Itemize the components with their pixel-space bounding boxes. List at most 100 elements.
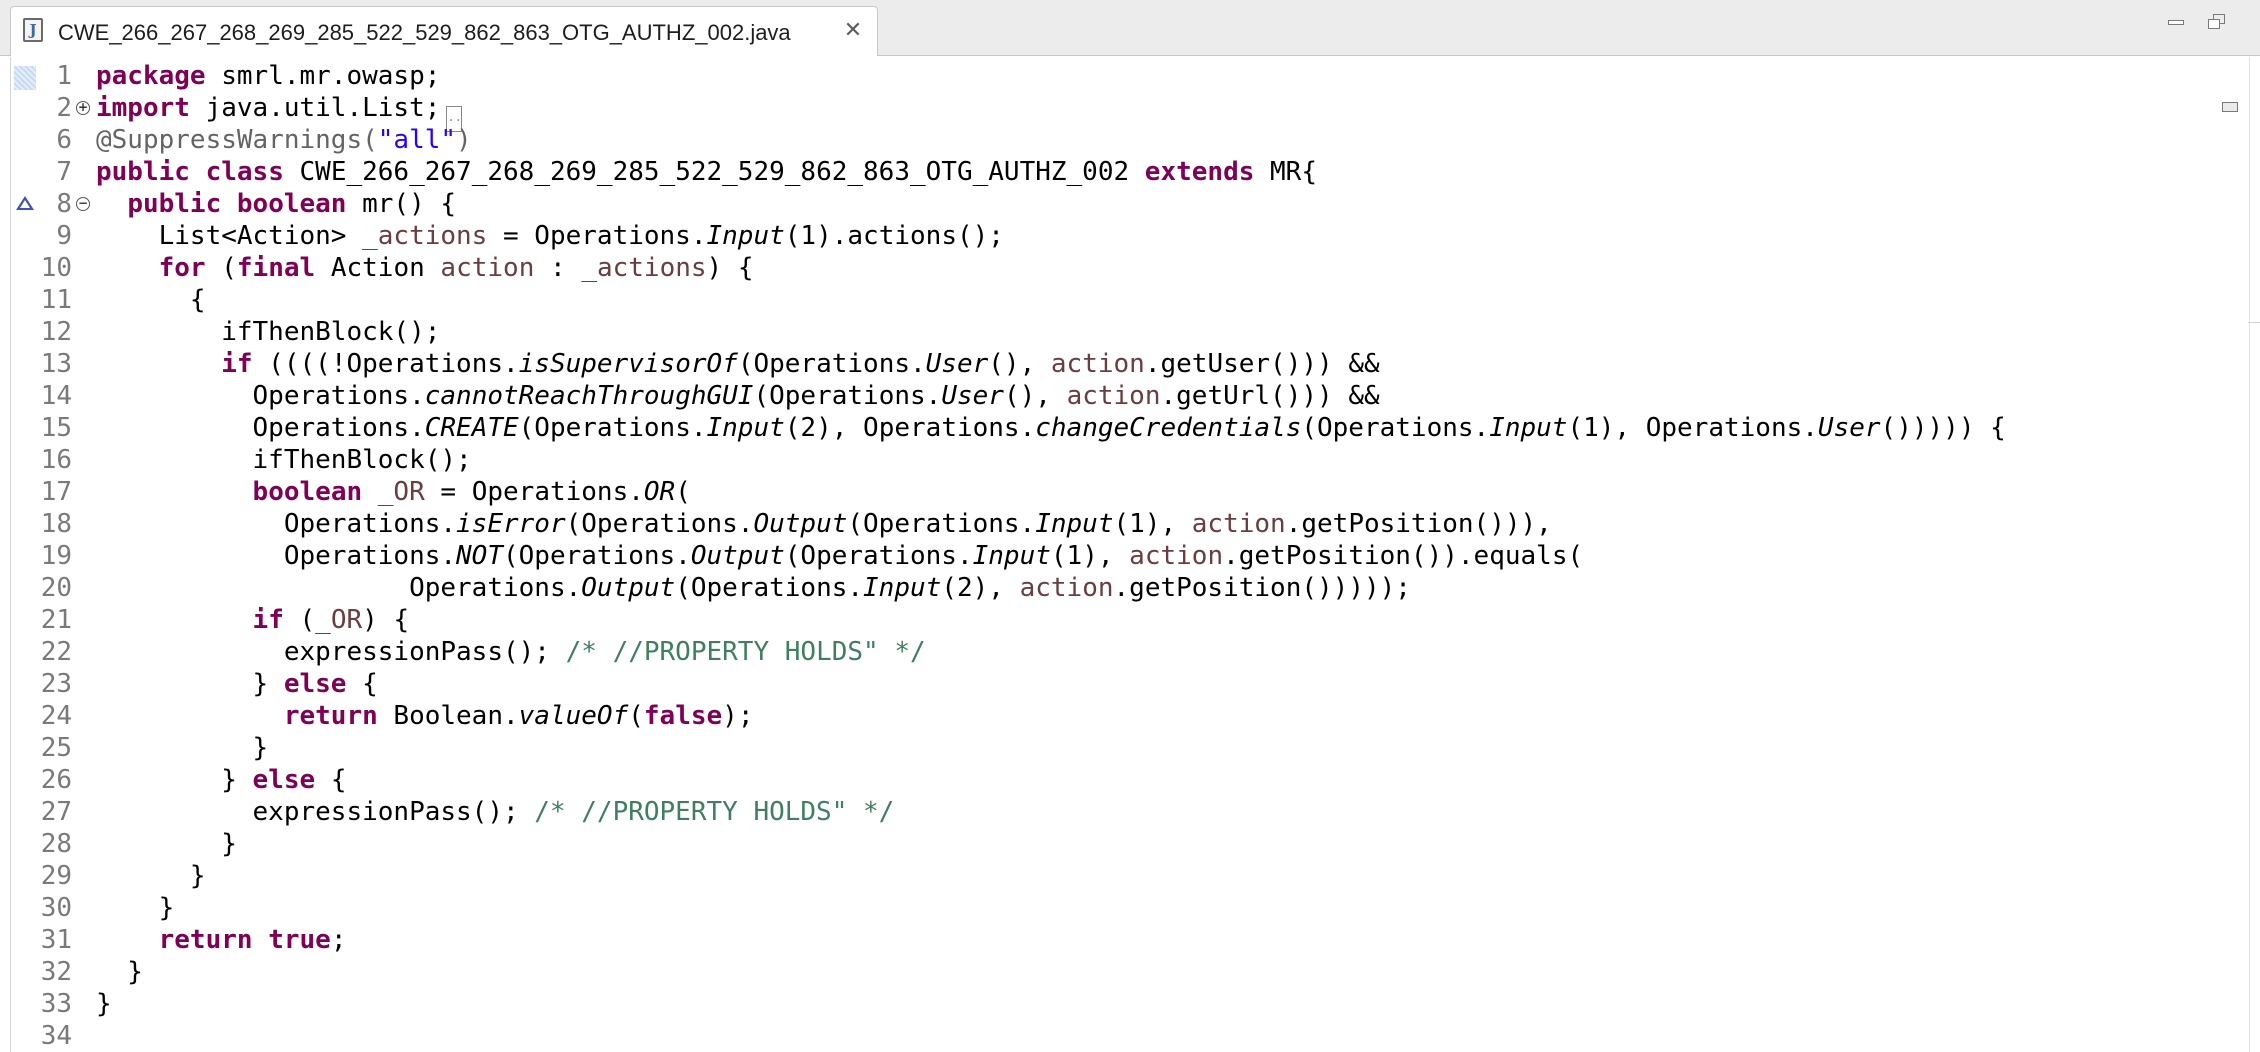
code-text[interactable]: { <box>96 284 206 316</box>
close-icon[interactable]: ✕ <box>840 17 866 43</box>
code-line[interactable]: 26 } else { <box>0 764 2230 796</box>
override-triangle-icon[interactable] <box>16 196 34 210</box>
line-number[interactable]: 16 <box>10 444 72 476</box>
code-text[interactable]: } else { <box>96 764 346 796</box>
code-text[interactable]: } <box>96 956 143 988</box>
line-number[interactable]: 30 <box>10 892 72 924</box>
line-number[interactable]: 15 <box>10 412 72 444</box>
code-text[interactable]: expressionPass(); /* //PROPERTY HOLDS" *… <box>96 796 895 828</box>
code-line[interactable]: 16 ifThenBlock(); <box>0 444 2230 476</box>
line-number[interactable]: 27 <box>10 796 72 828</box>
line-number[interactable]: 24 <box>10 700 72 732</box>
code-line[interactable]: 24 return Boolean.valueOf(false); <box>0 700 2230 732</box>
code-line[interactable]: 29 } <box>0 860 2230 892</box>
line-number[interactable]: 7 <box>10 156 72 188</box>
code-line[interactable]: 1 package smrl.mr.owasp; <box>0 60 2230 92</box>
code-text[interactable]: } <box>96 988 112 1020</box>
code-text[interactable]: } <box>96 828 237 860</box>
code-line[interactable]: 27 expressionPass(); /* //PROPERTY HOLDS… <box>0 796 2230 828</box>
code-line[interactable]: 28 } <box>0 828 2230 860</box>
code-line[interactable]: 18 Operations.isError(Operations.Output(… <box>0 508 2230 540</box>
code-line[interactable]: 12 ifThenBlock(); <box>0 316 2230 348</box>
line-number[interactable]: 18 <box>10 508 72 540</box>
code-text[interactable]: ifThenBlock(); <box>96 444 472 476</box>
code-text[interactable]: List<Action> _actions = Operations.Input… <box>96 220 1004 252</box>
line-number[interactable]: 32 <box>10 956 72 988</box>
code-text[interactable]: ifThenBlock(); <box>96 316 440 348</box>
code-line[interactable]: 21 if (_OR) { <box>0 604 2230 636</box>
line-number[interactable]: 19 <box>10 540 72 572</box>
code-line[interactable]: 17 boolean _OR = Operations.OR( <box>0 476 2230 508</box>
code-line[interactable]: 2 import java.util.List;.. + <box>0 92 2230 132</box>
code-text[interactable]: if ((((!Operations.isSupervisorOf(Operat… <box>96 348 1379 380</box>
code-text[interactable]: } <box>96 860 206 892</box>
line-number[interactable]: 29 <box>10 860 72 892</box>
line-number[interactable]: 20 <box>10 572 72 604</box>
code-text[interactable]: return Boolean.valueOf(false); <box>96 700 754 732</box>
line-number[interactable]: 26 <box>10 764 72 796</box>
line-number[interactable]: 13 <box>10 348 72 380</box>
code-line[interactable]: 9 List<Action> _actions = Operations.Inp… <box>0 220 2230 252</box>
code-line[interactable]: 22 expressionPass(); /* //PROPERTY HOLDS… <box>0 636 2230 668</box>
line-number[interactable]: 9 <box>10 220 72 252</box>
line-number[interactable]: 31 <box>10 924 72 956</box>
code-line[interactable]: 6 @SuppressWarnings("all") <box>0 124 2230 156</box>
code-line[interactable]: 15 Operations.CREATE(Operations.Input(2)… <box>0 412 2230 444</box>
code-text[interactable]: } else { <box>96 668 378 700</box>
code-text[interactable]: expressionPass(); /* //PROPERTY HOLDS" *… <box>96 636 926 668</box>
line-number[interactable]: 6 <box>10 124 72 156</box>
code-line[interactable]: 23 } else { <box>0 668 2230 700</box>
code-line[interactable]: 14 Operations.cannotReachThroughGUI(Oper… <box>0 380 2230 412</box>
scrollbar[interactable] <box>2248 322 2260 403</box>
line-number[interactable]: 17 <box>10 476 72 508</box>
minimize-icon[interactable] <box>2165 12 2189 32</box>
line-number[interactable]: 22 <box>10 636 72 668</box>
code-line[interactable]: 32 } <box>0 956 2230 988</box>
line-number[interactable]: 10 <box>10 252 72 284</box>
line-number[interactable]: 14 <box>10 380 72 412</box>
code-text[interactable]: if (_OR) { <box>96 604 410 636</box>
code-text[interactable]: } <box>96 732 269 764</box>
code-editor[interactable]: 1 package smrl.mr.owasp; 2 import java.util… <box>0 57 2260 1052</box>
code-text[interactable]: return true; <box>96 924 347 956</box>
code-text[interactable]: Operations.isError(Operations.Output(Ope… <box>96 508 1552 540</box>
code-text[interactable]: Operations.CREATE(Operations.Input(2), O… <box>96 412 2006 444</box>
line-number[interactable]: 33 <box>10 988 72 1020</box>
code-line[interactable]: 30 } <box>0 892 2230 924</box>
code-text[interactable]: Operations.cannotReachThroughGUI(Operati… <box>96 380 1380 412</box>
code-text[interactable]: boolean _OR = Operations.OR( <box>96 476 691 508</box>
code-line[interactable]: 13 if ((((!Operations.isSupervisorOf(Ope… <box>0 348 2230 380</box>
code-line[interactable]: 11 { <box>0 284 2230 316</box>
line-number[interactable]: 23 <box>10 668 72 700</box>
collapse-fold-icon[interactable]: − <box>76 197 90 211</box>
line-number[interactable]: 28 <box>10 828 72 860</box>
expand-fold-icon[interactable]: + <box>76 101 90 115</box>
code-text[interactable]: package smrl.mr.owasp; <box>96 60 440 92</box>
line-number[interactable]: 12 <box>10 316 72 348</box>
code-line[interactable]: 34 <box>0 1020 2230 1052</box>
code-text[interactable]: Operations.NOT(Operations.Output(Operati… <box>96 540 1583 572</box>
fold-marker[interactable]: + <box>74 92 94 124</box>
code-text[interactable]: public boolean mr() { <box>96 188 456 220</box>
code-line[interactable]: 10 for (final Action action : _actions) … <box>0 252 2230 284</box>
code-line[interactable]: 31 return true; <box>0 924 2230 956</box>
line-number[interactable]: 21 <box>10 604 72 636</box>
restore-icon[interactable] <box>2205 12 2229 32</box>
code-text[interactable]: } <box>96 892 175 924</box>
code-line[interactable]: 33} <box>0 988 2230 1020</box>
code-text[interactable]: public class CWE_266_267_268_269_285_522… <box>96 156 1317 188</box>
editor-tab[interactable]: J CWE_266_267_268_269_285_522_529_862_86… <box>10 6 878 56</box>
code-line[interactable]: 25 } <box>0 732 2230 764</box>
code-line[interactable]: 19 Operations.NOT(Operations.Output(Oper… <box>0 540 2230 572</box>
code-text[interactable]: for (final Action action : _actions) { <box>96 252 754 284</box>
code-line[interactable]: 7 public class CWE_266_267_268_269_285_52… <box>0 156 2230 188</box>
line-number[interactable]: 34 <box>10 1020 72 1052</box>
code-text[interactable]: @SuppressWarnings("all") <box>96 124 472 156</box>
code-line[interactable]: 20 Operations.Output(Operations.Input(2)… <box>0 572 2230 604</box>
code-text[interactable]: Operations.Output(Operations.Input(2), a… <box>96 572 1411 604</box>
code-line[interactable]: 8 public boolean mr() {− <box>0 188 2230 220</box>
line-number[interactable]: 2 <box>10 92 72 124</box>
fold-marker[interactable]: − <box>74 188 94 220</box>
line-number[interactable]: 25 <box>10 732 72 764</box>
line-number[interactable]: 11 <box>10 284 72 316</box>
